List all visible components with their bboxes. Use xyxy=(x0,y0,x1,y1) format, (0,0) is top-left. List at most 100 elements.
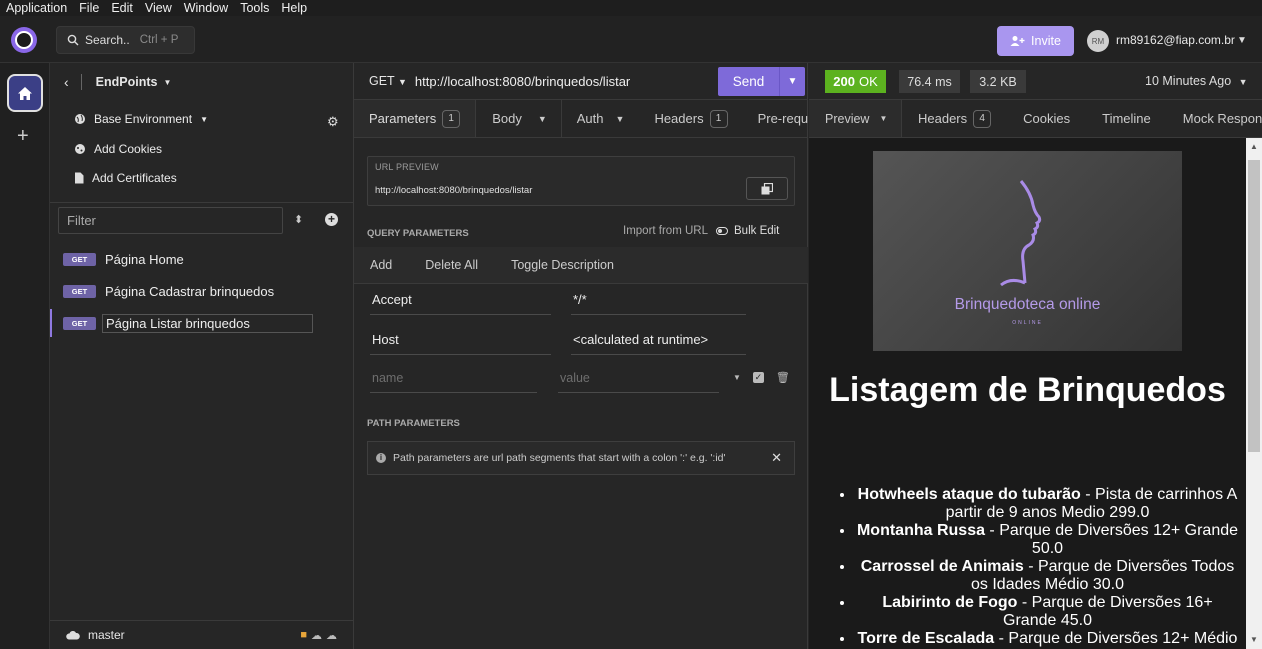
tab-response-headers[interactable]: Headers 4 xyxy=(902,100,1007,137)
menu-help[interactable]: Help xyxy=(275,0,313,16)
menu-window[interactable]: Window xyxy=(178,0,234,16)
tab-timeline[interactable]: Timeline xyxy=(1086,100,1167,137)
tab-headers[interactable]: Headers 1 xyxy=(639,100,742,137)
method-badge: GET xyxy=(63,316,96,330)
sidebar: ‹ EndPoints ▼ Base Environment ▼ ⚙ Add C… xyxy=(50,63,354,649)
tab-pre-request[interactable]: Pre-requ xyxy=(743,100,808,137)
add-project-icon[interactable]: + xyxy=(17,125,29,148)
environment-label: Base Environment xyxy=(94,112,193,126)
menu-edit[interactable]: Edit xyxy=(105,0,139,16)
request-item[interactable]: GET Página Home xyxy=(50,245,353,273)
menu-view[interactable]: View xyxy=(139,0,178,16)
menu-file[interactable]: File xyxy=(73,0,105,16)
scrollbar-thumb[interactable] xyxy=(1248,160,1260,452)
param-name-field[interactable]: Accept xyxy=(370,285,551,315)
chevron-down-icon[interactable]: ▼ xyxy=(1237,35,1247,46)
response-pane: 200 OK 76.4 ms 3.2 KB 10 Minutes Ago ▼ Pr… xyxy=(809,63,1262,649)
toggle-icon xyxy=(716,227,728,235)
add-cookies-button[interactable]: Add Cookies xyxy=(74,142,162,156)
home-button[interactable] xyxy=(7,74,43,112)
bulk-edit-button[interactable]: Bulk Edit xyxy=(716,225,779,237)
list-item: Torre de Escalada - Parque de Diversões … xyxy=(855,630,1240,648)
chevron-down-icon[interactable]: ▼ xyxy=(779,67,805,96)
param-name-field[interactable]: Host xyxy=(370,325,551,355)
tab-parameters[interactable]: Parameters 1 xyxy=(354,100,477,137)
cloud-download-icon[interactable]: ☁ xyxy=(311,629,322,642)
scroll-down-icon[interactable]: ▼ xyxy=(1250,635,1258,644)
chevron-down-icon[interactable]: ▼ xyxy=(163,78,171,87)
invite-button[interactable]: Invite xyxy=(997,26,1074,56)
path-info-text: Path parameters are url path segments th… xyxy=(393,452,726,464)
package-icon[interactable]: ■ xyxy=(300,629,307,642)
list-item: Montanha Russa - Parque de Diversões 12+… xyxy=(855,522,1240,558)
cloud-upload-icon[interactable]: ☁ xyxy=(326,629,337,642)
sidebar-footer: master ■ ☁ ☁ xyxy=(50,620,353,649)
home-icon xyxy=(18,86,32,100)
status-badge: 200 OK xyxy=(825,70,886,93)
add-user-icon xyxy=(1010,36,1025,46)
invite-label: Invite xyxy=(1031,34,1061,48)
banner-subtitle: ONLINE xyxy=(1012,320,1043,326)
param-value-input[interactable]: value xyxy=(558,363,719,393)
path-parameters-info: i Path parameters are url path segments … xyxy=(367,441,795,475)
url-preview-title: URL PREVIEW xyxy=(375,162,439,172)
filter-input[interactable]: Filter xyxy=(58,207,283,234)
tab-preview[interactable]: Preview ▼ xyxy=(809,100,902,137)
globe-icon xyxy=(75,114,85,124)
send-button[interactable]: Send ▼ xyxy=(718,67,805,96)
method-badge: GET xyxy=(63,252,96,266)
search-button[interactable]: Search.. Ctrl + P xyxy=(56,26,195,54)
account-email[interactable]: rm89162@fiap.com.br xyxy=(1116,33,1235,47)
sort-icon[interactable]: ⬍ xyxy=(294,213,303,226)
branch-name[interactable]: master xyxy=(88,628,125,642)
tab-mock-response[interactable]: Mock Respons xyxy=(1167,100,1262,137)
gear-icon[interactable]: ⚙ xyxy=(327,114,339,130)
page-title: Listagem de Brinquedos xyxy=(829,371,1226,409)
chevron-down-icon[interactable]: ▼ xyxy=(733,373,741,382)
add-param-button[interactable]: Add xyxy=(354,258,409,272)
method-badge: GET xyxy=(63,284,96,298)
tab-cookies[interactable]: Cookies xyxy=(1007,100,1086,137)
menu-tools[interactable]: Tools xyxy=(234,0,275,16)
list-item: Carrossel de Animais - Parque de Diversõ… xyxy=(855,558,1240,594)
response-bar: 200 OK 76.4 ms 3.2 KB 10 Minutes Ago ▼ xyxy=(809,63,1262,100)
scroll-up-icon[interactable]: ▲ xyxy=(1250,142,1258,151)
preview-scrollbar[interactable]: ▲ ▼ xyxy=(1246,138,1262,649)
copy-button[interactable] xyxy=(746,177,788,200)
divider xyxy=(80,74,82,90)
url-input[interactable]: http://localhost:8080/brinquedos/listar xyxy=(415,74,630,89)
project-name[interactable]: EndPoints xyxy=(96,75,158,89)
query-parameters-title: QUERY PARAMETERS xyxy=(367,228,469,239)
query-actions: Add Delete All Toggle Description xyxy=(354,247,808,284)
tab-auth[interactable]: Auth ▼ xyxy=(562,100,640,137)
search-shortcut: Ctrl + P xyxy=(139,34,179,46)
cookie-icon xyxy=(75,144,85,154)
info-icon: i xyxy=(376,453,386,463)
response-history[interactable]: 10 Minutes Ago ▼ xyxy=(1145,74,1248,88)
request-name[interactable]: Página Listar brinquedos xyxy=(102,313,313,333)
tab-body[interactable]: Body ▼ xyxy=(476,100,562,137)
trash-icon[interactable]: 🗑 xyxy=(776,371,790,384)
menu-application[interactable]: Application xyxy=(0,0,73,16)
list-item: Labirinto de Fogo - Parque de Diversões … xyxy=(855,594,1240,630)
back-icon[interactable]: ‹ xyxy=(64,74,69,90)
toggle-description-button[interactable]: Toggle Description xyxy=(495,258,631,272)
method-selector[interactable]: GET ▼ xyxy=(369,74,407,88)
param-name-input[interactable]: name xyxy=(370,363,537,393)
add-request-icon[interactable]: + xyxy=(325,213,338,226)
path-parameters-title: PATH PARAMETERS xyxy=(367,418,460,429)
app-logo-icon[interactable] xyxy=(11,27,37,53)
environment-selector[interactable]: Base Environment ▼ xyxy=(74,112,208,126)
request-item[interactable]: GET Página Cadastrar brinquedos xyxy=(50,277,353,305)
request-item-active[interactable]: GET Página Listar brinquedos xyxy=(50,309,353,337)
avatar[interactable]: RM xyxy=(1087,30,1109,52)
param-value-field[interactable]: */* xyxy=(571,285,746,315)
import-from-url-button[interactable]: Import from URL xyxy=(623,225,708,237)
chevron-down-icon: ▼ xyxy=(200,114,208,124)
response-time: 76.4 ms xyxy=(899,70,960,93)
add-certificates-button[interactable]: Add Certificates xyxy=(74,171,177,185)
checkbox-icon[interactable]: ✓ xyxy=(752,372,764,383)
param-value-field[interactable]: <calculated at runtime> xyxy=(571,325,746,355)
close-icon[interactable]: ✕ xyxy=(771,450,782,466)
delete-all-button[interactable]: Delete All xyxy=(409,258,495,272)
